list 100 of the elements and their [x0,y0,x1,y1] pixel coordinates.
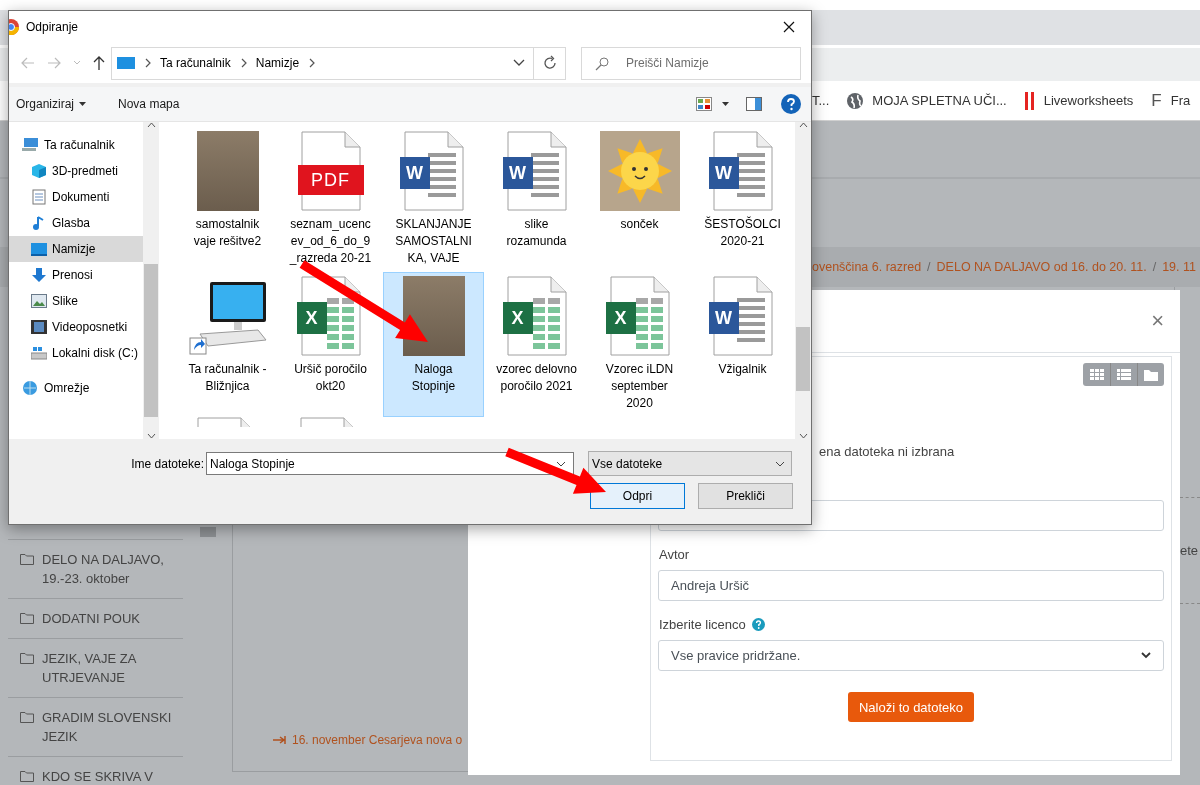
arrow-right-icon [47,57,61,69]
history-dropdown[interactable] [73,60,81,66]
new-folder-button[interactable]: Nova mapa [113,97,185,111]
refresh-icon [541,55,558,71]
nav-item[interactable]: Slike [9,288,143,314]
chevron-down-icon [146,433,156,439]
file-item[interactable]: W ŠESTOŠOLCI 2020-21 [692,127,793,272]
back-button[interactable] [21,57,35,69]
scrollbar[interactable] [795,122,811,439]
file-type-label: X [296,302,327,334]
file-item[interactable]: Ta računalnik - Bližnjica [177,272,278,417]
nav-item[interactable]: Glasba [9,210,143,236]
chevron-down-icon [798,433,808,439]
chevron-down-icon [556,461,566,467]
window-title: Odpiranje [26,20,80,34]
chevron-right-icon [240,58,248,68]
dialog-button[interactable]: Prekliči [698,483,793,509]
file-item[interactable]: W SKLANJANJE SAMOSTALNIKA, VAJE [383,127,484,272]
list-view-icon [1117,368,1131,381]
course-section-link[interactable]: GRADIM SLOVENSKI JEZIK [42,708,175,746]
scrollbar[interactable] [143,122,159,439]
forward-button[interactable] [47,57,61,69]
nav-item[interactable]: Omrežje [9,375,143,401]
file-type-label: X [502,302,533,334]
nav-item[interactable]: Namizje [9,236,143,262]
address-bar[interactable]: Ta računalnik Namizje [111,46,566,80]
file-item[interactable]: W Vžigalnik [692,272,793,417]
page-text: ete [1180,543,1199,558]
search-icon [595,56,609,71]
chevron-down-icon [1141,652,1151,659]
folder-icon [20,770,34,782]
file-item[interactable]: X Vzorec iLDN september 2020 [589,272,690,417]
close-button[interactable]: × [1147,308,1168,334]
dialog-button[interactable]: Odpri [590,483,685,509]
course-section-link[interactable]: JEZIK, VAJE ZA UTRJEVANJE [42,649,175,687]
file-item[interactable]: sonček [589,127,690,272]
nav-item[interactable]: Prenosi [9,262,143,288]
bookmark-link[interactable]: Liveworksheets [1043,93,1134,108]
cube-icon [31,163,47,179]
chevron-right-icon [309,58,317,68]
file-type-label: W [502,157,533,189]
view-options-icon[interactable] [696,97,712,111]
file-item[interactable]: PDF seznam_ucencev_od_6_do_9_razreda 20-21 [280,127,381,272]
view-toggle-button[interactable] [1110,363,1137,386]
file-item[interactable]: W slike rozamunda [486,127,587,272]
bookmark-link[interactable]: Fra [1170,93,1191,108]
bookmark-letter-icon: F [1151,90,1162,111]
path-segment[interactable]: Namizje [255,56,300,70]
nav-item[interactable]: Videoposnetki [9,314,143,340]
file-type-label: W [708,302,739,334]
bookmark-link[interactable]: MOJA SPLETNA UČI... [872,93,1007,108]
file-type-label: X [605,302,636,334]
close-icon [783,21,795,33]
caret-down-icon [79,102,87,106]
drive-icon [31,346,47,360]
chevron-down-icon [513,59,525,67]
upload-button[interactable]: Naloži to datoteko [847,692,975,722]
view-dropdown[interactable] [722,102,729,106]
file-item[interactable]: X vzorec delovno poročilo 2021 [486,272,587,417]
organize-menu[interactable]: Organiziraj [11,97,92,111]
arrow-left-icon [21,57,35,69]
filename-label: Ime datoteke: [130,456,205,471]
file-type-label: W [708,157,739,189]
view-toggle-button[interactable] [1137,363,1164,386]
bookmark-link[interactable]: T... [812,93,830,108]
nav-item[interactable]: Dokumenti [9,184,143,210]
file-item[interactable]: X Uršič poročilo okt20 [280,272,381,417]
author-label: Avtor [659,547,690,562]
author-field[interactable]: Andreja Uršič [658,570,1164,601]
file-item[interactable]: Naloga Stopinje [383,272,484,417]
license-select[interactable]: Vse pravice pridržane. [658,640,1164,671]
course-section-link[interactable]: DELO NA DALJAVO, 19.-23. oktober [42,550,175,588]
nav-item[interactable]: Lokalni disk (C:) [9,340,143,366]
view-toggle-button[interactable] [1083,363,1110,386]
path-segment[interactable]: Ta računalnik [160,56,231,70]
grid-view-icon [1089,368,1104,381]
license-label: Izberite licenco [659,617,746,632]
caret-down-icon [722,102,729,106]
folder-icon [20,553,34,565]
file-item[interactable]: samostalnik vaje rešitve2 [177,127,278,272]
course-section-link[interactable]: KDO SE SKRIVA V [42,767,154,785]
file-type-label: W [399,157,430,189]
search-field[interactable]: Preišči Namizje [581,46,801,80]
nav-item[interactable]: Ta računalnik [9,132,143,158]
breadcrumb-separator: / [1152,260,1157,274]
chevron-up-icon [146,122,156,128]
nav-item[interactable]: 3D-predmeti [9,158,143,184]
bookmark-bars-icon [1024,91,1035,110]
film-icon [31,319,47,335]
desktop-icon [117,56,135,70]
breadcrumb-separator: / [927,260,931,274]
up-button[interactable] [93,56,105,70]
folder-icon [1144,368,1158,381]
file-type-dropdown[interactable]: Vse datoteke [588,451,792,476]
course-section-link[interactable]: DODATNI POUK [42,609,140,628]
network-icon [21,380,39,396]
filename-field[interactable]: Naloga Stopinje [206,452,574,475]
chevron-right-icon [145,58,152,68]
folder-icon [20,652,34,664]
arrow-up-icon [93,56,105,70]
